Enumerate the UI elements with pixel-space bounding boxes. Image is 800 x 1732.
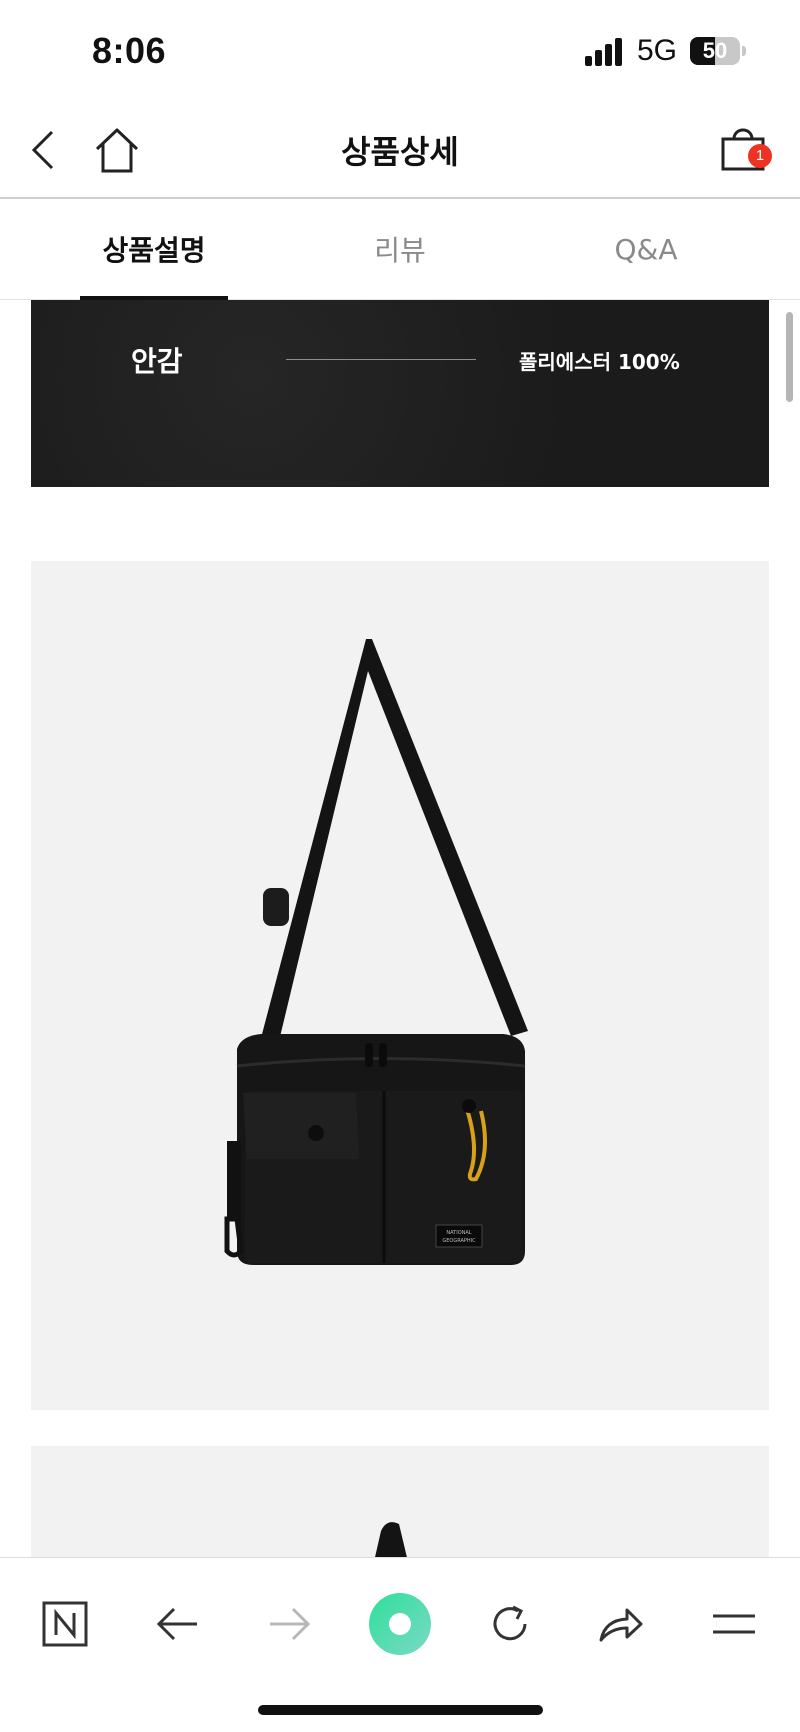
- scrollbar[interactable]: [786, 312, 793, 402]
- tab-reviews[interactable]: 리뷰: [286, 199, 514, 299]
- tab-bar: 상품설명 리뷰 Q&A: [0, 199, 800, 300]
- cart-count-badge: 1: [748, 144, 772, 168]
- signal-icon: [585, 38, 625, 66]
- material-label: 안감: [131, 345, 183, 378]
- page-header: 상품상세: [0, 105, 800, 199]
- material-banner: 안감 폴리에스터 100%: [31, 300, 769, 487]
- network-label: 5G: [637, 34, 678, 67]
- browser-forward-button[interactable]: [251, 1586, 327, 1662]
- menu-icon: [713, 1614, 755, 1634]
- battery-level: 50: [702, 38, 728, 63]
- tab-description[interactable]: 상품설명: [40, 199, 268, 299]
- battery-nub: [742, 46, 746, 56]
- divider-line: [286, 359, 476, 360]
- menu-button[interactable]: [696, 1586, 772, 1662]
- brand-label-line2: GEOGRAPHIC: [442, 1238, 476, 1244]
- product-image-second: [31, 1446, 769, 1566]
- crossbody-bag-image: NATIONAL GEOGRAPHIC: [224, 639, 528, 1265]
- green-dot-button[interactable]: [362, 1586, 438, 1662]
- forward-arrow-icon: [270, 1607, 311, 1641]
- status-time: 8:06: [92, 30, 167, 71]
- material-value: 폴리에스터 100%: [519, 350, 680, 374]
- status-bar: 8:06 5G 50: [0, 0, 800, 105]
- tab-label: 리뷰: [374, 234, 426, 267]
- page-title: 상품상세: [341, 133, 459, 171]
- naver-icon: [42, 1601, 88, 1647]
- back-arrow-icon: [156, 1607, 197, 1641]
- reload-icon: [493, 1605, 527, 1641]
- naver-home-button[interactable]: [27, 1586, 103, 1662]
- share-icon: [599, 1608, 643, 1642]
- tab-label: 상품설명: [102, 234, 206, 267]
- product-image: NATIONAL GEOGRAPHIC: [31, 561, 769, 1410]
- battery-icon: 50: [690, 37, 740, 65]
- green-dot-icon: [369, 1593, 431, 1655]
- browser-back-button[interactable]: [140, 1586, 216, 1662]
- brand-label-line1: NATIONAL: [446, 1230, 471, 1236]
- bag-strap-image: [373, 1522, 409, 1566]
- reload-button[interactable]: [472, 1586, 548, 1662]
- tab-qna[interactable]: Q&A: [532, 199, 760, 299]
- tab-label: Q&A: [614, 232, 678, 266]
- share-button[interactable]: [583, 1586, 659, 1662]
- home-indicator[interactable]: [258, 1705, 543, 1715]
